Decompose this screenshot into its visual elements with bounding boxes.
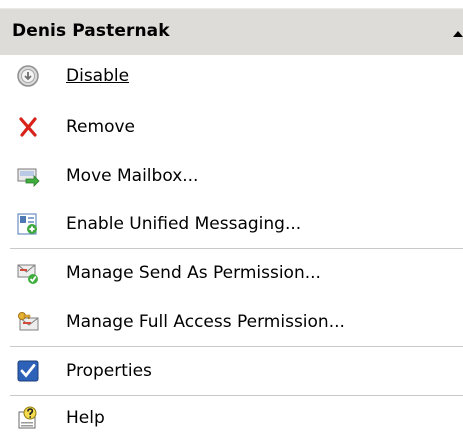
remove-x-icon bbox=[16, 115, 40, 139]
action-remove[interactable]: Remove bbox=[0, 107, 463, 147]
action-enable-unified-messaging[interactable]: Enable Unified Messaging... bbox=[0, 204, 463, 244]
section-title: Denis Pasternak bbox=[12, 21, 170, 41]
action-manage-send-as-permission[interactable]: Manage Send As Permission... bbox=[0, 253, 463, 293]
collapse-arrow-icon[interactable] bbox=[453, 31, 463, 37]
unified-messaging-icon bbox=[16, 212, 40, 236]
send-as-permission-icon bbox=[16, 261, 40, 285]
divider bbox=[10, 395, 463, 396]
action-disable[interactable]: Disable bbox=[0, 56, 463, 96]
action-label: Help bbox=[66, 408, 105, 428]
action-label: Remove bbox=[66, 117, 135, 137]
action-label: Properties bbox=[66, 361, 152, 381]
divider bbox=[10, 346, 463, 347]
divider bbox=[10, 248, 463, 249]
action-label: Enable Unified Messaging... bbox=[66, 214, 302, 234]
section-header[interactable]: Denis Pasternak bbox=[0, 8, 463, 55]
full-access-permission-icon bbox=[16, 310, 40, 334]
action-label: Move Mailbox... bbox=[66, 166, 199, 186]
disable-icon bbox=[16, 64, 40, 88]
action-label: Disable bbox=[66, 66, 130, 86]
move-mailbox-icon bbox=[16, 164, 40, 188]
properties-checkbox-icon bbox=[16, 359, 40, 383]
action-properties[interactable]: Properties bbox=[0, 351, 463, 391]
action-manage-full-access-permission[interactable]: Manage Full Access Permission... bbox=[0, 302, 463, 342]
action-move-mailbox[interactable]: Move Mailbox... bbox=[0, 156, 463, 196]
action-help[interactable]: Help bbox=[0, 398, 463, 438]
action-label: Manage Send As Permission... bbox=[66, 263, 321, 283]
action-label: Manage Full Access Permission... bbox=[66, 312, 345, 332]
help-icon bbox=[16, 406, 40, 430]
actions-pane: Denis Pasternak Disable Remove Move Mail… bbox=[0, 0, 463, 432]
